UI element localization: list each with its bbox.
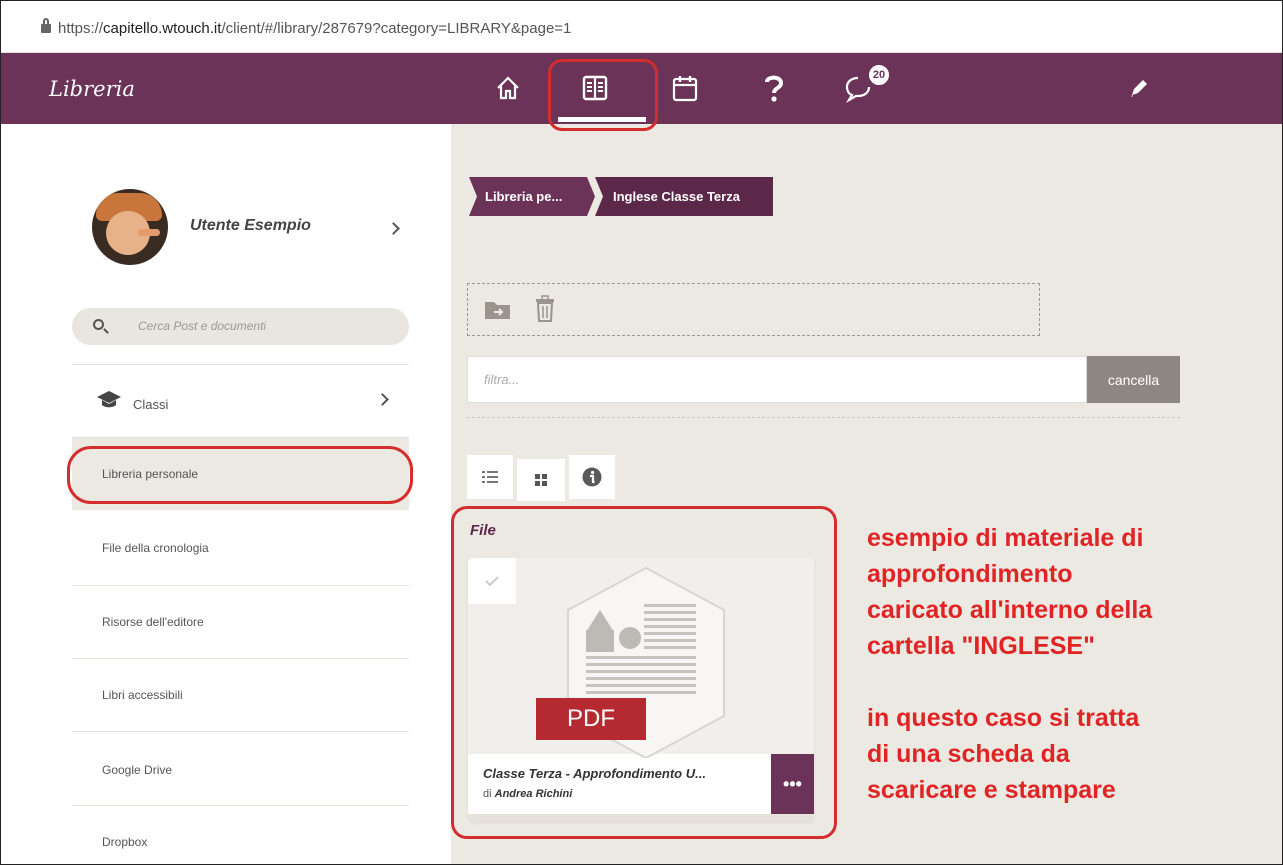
info-button[interactable] [569,455,615,499]
filter-input[interactable]: filtra... [467,356,1087,403]
annotation-line: scaricare e stampare [867,776,1116,804]
sidebar-item-classi[interactable]: Classi [133,397,168,412]
graduation-cap-icon [97,391,121,408]
nav-home-button[interactable] [483,63,533,113]
trash-icon[interactable] [533,294,557,324]
divider [467,417,1180,418]
annotation-line: di una scheda da [867,740,1070,768]
highlight-outline-file-card [451,506,837,839]
sidebar-item-google-drive[interactable]: Google Drive [72,734,409,806]
highlight-outline-libreria-personale [67,446,413,504]
annotation-line: esempio di materiale di [867,524,1144,552]
annotation-line [867,664,1152,700]
breadcrumb-item-current[interactable]: Inglese Classe Terza [595,177,773,216]
list-icon [482,471,498,483]
sidebar-item-dropbox[interactable]: Dropbox [72,806,409,864]
info-icon [582,467,602,487]
annotation-line: caricato all'interno della [867,596,1153,624]
pencil-icon [1131,80,1147,97]
cancel-button[interactable]: cancella [1087,356,1180,403]
search-placeholder: Cerca Post e documenti [138,319,267,333]
sidebar-item-risorse-editore[interactable]: Risorse dell'editore [72,586,409,658]
sidebar-item-label: Risorse dell'editore [102,615,204,629]
sidebar-item-cronologia[interactable]: File della cronologia [72,512,409,584]
home-icon [497,76,519,100]
grid-icon [535,474,547,486]
grid-view-button[interactable] [517,459,565,501]
annotation-line: approfondimento [867,560,1073,588]
avatar[interactable] [92,189,168,265]
url-prefix: https:// [58,20,104,37]
sidebar-item-libri-accessibili[interactable]: Libri accessibili [72,659,409,731]
url-text[interactable]: https://capitello.wtouch.it/client/#/lib… [58,20,571,37]
annotation-line: in questo caso si tratta [867,704,1140,732]
divider [72,731,409,732]
sidebar-item-label: Libri accessibili [102,688,183,702]
browser-window: https://capitello.wtouch.it/client/#/lib… [0,0,1283,865]
nav-help-button[interactable] [749,63,799,113]
list-view-button[interactable] [467,455,513,499]
lock-icon [41,18,51,33]
divider [72,364,409,365]
breadcrumb-item[interactable]: Libreria pe... [469,177,595,216]
sidebar-item-label: Dropbox [102,835,148,849]
sidebar-item-label: File della cronologia [102,541,209,555]
question-icon [765,75,784,102]
url-path: /client/#/library/287679?category=LIBRAR… [221,20,572,37]
highlight-outline-library-tab [548,59,658,131]
page-title: Libreria [49,77,135,101]
url-host: capitello.wtouch.it [103,20,222,37]
avatar-nose-shape [138,229,160,236]
edit-button[interactable] [1114,63,1164,113]
search-icon [93,319,104,330]
user-name[interactable]: Utente Esempio [190,217,311,235]
calendar-icon [672,76,698,102]
sidebar-item-label: Google Drive [102,763,173,777]
address-bar[interactable]: https://capitello.wtouch.it/client/#/lib… [1,1,1282,53]
nav-calendar-button[interactable] [660,63,710,113]
notification-badge: 20 [867,63,891,87]
annotation-line: cartella "INGLESE" [867,632,1095,660]
folder-move-icon[interactable] [483,298,513,322]
annotation-text: esempio di materiale di approfondimento … [867,520,1152,808]
